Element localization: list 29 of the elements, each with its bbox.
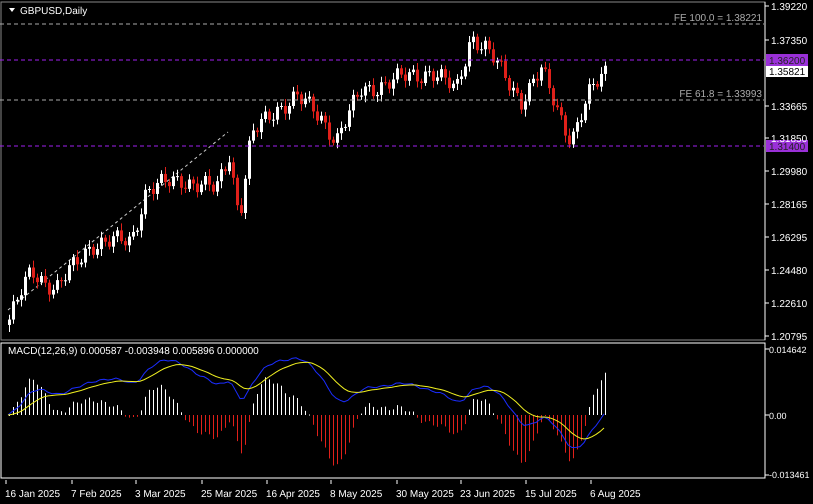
time-axis-label: 7 Feb 2025 xyxy=(71,489,122,500)
level-price-tag: 1.36200 xyxy=(766,54,808,67)
title-caret-icon[interactable] xyxy=(9,8,15,12)
macd-indicator-label: MACD(12,26,9) 0.000587 -0.003948 0.005896 0.000000 xyxy=(8,346,259,357)
chart-title: GBPUSD,Daily xyxy=(20,6,88,17)
current-price-tag: 1.35821 xyxy=(766,66,808,78)
macd-axis-label: 0.00 xyxy=(769,411,787,421)
time-axis-label: 23 Jun 2025 xyxy=(460,489,516,500)
time-axis-label: 3 Mar 2025 xyxy=(135,489,186,500)
price-axis-label: 1.29980 xyxy=(771,167,808,178)
macd-axis-label: -0.013461 xyxy=(769,470,810,480)
price-axis-label: 1.22610 xyxy=(771,299,808,310)
time-axis-label: 8 May 2025 xyxy=(330,489,382,500)
fibonacci-level-label: FE 100.0 = 1.38221 xyxy=(674,13,762,24)
time-axis-label: 15 Jul 2025 xyxy=(525,489,577,500)
price-axis-label: 1.33665 xyxy=(771,102,808,113)
time-axis-label: 16 Apr 2025 xyxy=(266,489,320,500)
macd-axis-label: 0.014642 xyxy=(769,345,807,355)
price-axis-label: 1.37350 xyxy=(771,36,808,47)
price-axis-label: 1.28165 xyxy=(771,200,808,211)
time-axis-label: 25 Mar 2025 xyxy=(201,489,258,500)
price-axis-label: 1.24480 xyxy=(771,266,808,277)
time-axis-label: 6 Aug 2025 xyxy=(590,489,641,500)
price-axis-label: 1.20795 xyxy=(771,332,808,342)
price-axis-label: 1.26295 xyxy=(771,233,808,244)
price-axis-label: 1.39220 xyxy=(771,2,808,13)
time-axis-label: 30 May 2025 xyxy=(396,489,454,500)
time-axis-label: 16 Jan 2025 xyxy=(5,489,60,500)
fibonacci-level-label: FE 61.8 = 1.33993 xyxy=(679,89,762,100)
